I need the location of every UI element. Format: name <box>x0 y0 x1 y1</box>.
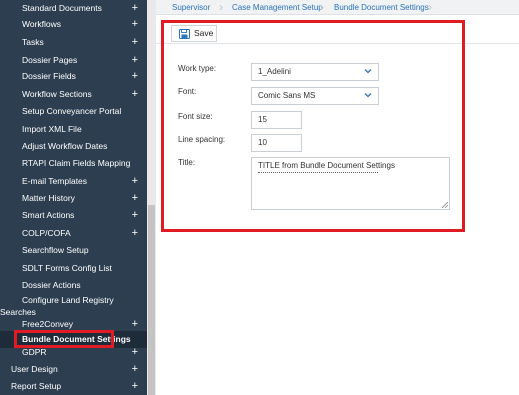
sidebar-item-workflow-sections[interactable]: Workflow Sections + <box>0 86 147 103</box>
font-size-label: Font size: <box>178 112 213 121</box>
sidebar-item-label: Dossier Pages <box>22 55 78 65</box>
expand-plus-icon[interactable]: + <box>132 173 138 190</box>
expand-plus-icon[interactable]: + <box>132 207 138 224</box>
sidebar-item-email-templates[interactable]: E-mail Templates + <box>0 173 147 190</box>
font-size-value: 15 <box>258 115 267 124</box>
sidebar-item-searchflow-setup[interactable]: Searchflow Setup <box>0 242 147 259</box>
sidebar-item-report-setup[interactable]: Report Setup + <box>0 378 147 395</box>
title-underline <box>258 172 378 173</box>
expand-plus-icon[interactable]: + <box>132 361 138 378</box>
line-spacing-label: Line spacing: <box>178 135 226 144</box>
expand-plus-icon[interactable]: + <box>132 378 138 395</box>
sidebar-item-label: Configure Land Registry <box>22 295 114 305</box>
breadcrumb-case-management-setup[interactable]: Case Management Setup <box>232 0 323 15</box>
sidebar-item-smart-actions[interactable]: Smart Actions + <box>0 207 147 224</box>
title-value: TITLE from Bundle Document Settings <box>258 161 395 170</box>
expand-plus-icon[interactable]: + <box>132 68 138 85</box>
expand-plus-icon[interactable]: + <box>132 86 138 103</box>
sidebar-item-tasks[interactable]: Tasks + <box>0 34 147 51</box>
sidebar-item-dossier-pages[interactable]: Dossier Pages + <box>0 52 147 69</box>
sidebar-item-label: Standard Documents <box>22 3 102 13</box>
sidebar-item-label: User Design <box>11 364 58 374</box>
title-textarea[interactable]: TITLE from Bundle Document Settings <box>251 157 450 210</box>
highlight-box-active-item <box>14 330 114 348</box>
expand-plus-icon[interactable]: + <box>132 16 138 33</box>
sidebar-item-label: RTAPI Claim Fields Mapping <box>22 158 131 168</box>
sidebar-nav: Standard Documents + Workflows + Tasks + Do… <box>0 0 147 395</box>
sidebar-item-label: SDLT Forms Config List <box>22 263 112 273</box>
sidebar-item-adjust-workflow-dates[interactable]: Adjust Workflow Dates <box>0 138 147 155</box>
font-select[interactable]: Comic Sans MS <box>251 87 379 105</box>
sidebar-item-label: Tasks <box>22 37 44 47</box>
breadcrumb-bundle-document-settings[interactable]: Bundle Document Settings <box>334 0 429 15</box>
line-spacing-input[interactable]: 10 <box>251 134 302 152</box>
sidebar-item-user-design[interactable]: User Design + <box>0 361 147 378</box>
sidebar-item-dossier-fields[interactable]: Dossier Fields + <box>0 68 147 85</box>
sidebar-item-label: Dossier Fields <box>22 71 76 81</box>
chevron-down-icon <box>364 93 372 98</box>
expand-plus-icon[interactable]: + <box>132 34 138 51</box>
work-type-select[interactable]: 1_Adelini <box>251 63 379 81</box>
sidebar-item-label: COLP/COFA <box>22 228 71 238</box>
chevron-down-icon <box>364 69 372 74</box>
sidebar-item-label: E-mail Templates <box>22 176 88 186</box>
sidebar-item-label: Setup Conveyancer Portal <box>22 106 122 116</box>
breadcrumb-separator: › <box>219 0 223 14</box>
sidebar-item-label: Matter History <box>22 193 75 203</box>
sidebar-item-import-xml-file[interactable]: Import XML File <box>0 121 147 138</box>
work-type-value: 1_Adelini <box>258 67 291 76</box>
sidebar-item-workflows[interactable]: Workflows + <box>0 16 147 33</box>
sidebar-item-colp-cofa[interactable]: COLP/COFA + <box>0 225 147 242</box>
breadcrumb-supervisor[interactable]: Supervisor <box>172 0 210 15</box>
sidebar-item-dossier-actions[interactable]: Dossier Actions <box>0 277 147 294</box>
expand-plus-icon[interactable]: + <box>132 344 138 361</box>
title-label: Title: <box>178 158 196 167</box>
work-type-label: Work type: <box>178 64 217 73</box>
font-size-input[interactable]: 15 <box>251 111 302 129</box>
font-label: Font: <box>178 87 197 96</box>
sidebar-item-label: Workflows <box>22 19 62 29</box>
sidebar-item-label: Dossier Actions <box>22 280 81 290</box>
sidebar-scrollbar-thumb[interactable] <box>148 205 155 395</box>
sidebar-item-label: Searchflow Setup <box>22 245 89 255</box>
sidebar-item-label: Report Setup <box>11 381 62 391</box>
sidebar-item-label: Import XML File <box>22 124 82 134</box>
sidebar-item-standard-documents[interactable]: Standard Documents + <box>0 0 147 17</box>
expand-plus-icon[interactable]: + <box>132 190 138 207</box>
breadcrumb-separator: › <box>428 0 432 14</box>
sidebar-item-rtapi-claim-fields-mapping[interactable]: RTAPI Claim Fields Mapping <box>0 155 147 172</box>
sidebar-item-label: Adjust Workflow Dates <box>22 141 108 151</box>
expand-plus-icon[interactable]: + <box>132 0 138 17</box>
sidebar-item-setup-conveyancer-portal[interactable]: Setup Conveyancer Portal <box>0 103 147 120</box>
font-value: Comic Sans MS <box>258 91 316 100</box>
sidebar-item-sdlt-forms-config-list[interactable]: SDLT Forms Config List <box>0 260 147 277</box>
sidebar-item-label: Smart Actions <box>22 210 75 220</box>
sidebar-item-matter-history[interactable]: Matter History + <box>0 190 147 207</box>
expand-plus-icon[interactable]: + <box>132 225 138 242</box>
breadcrumb: Supervisor › Case Management Setup › Bun… <box>156 0 519 15</box>
sidebar-item-label: Workflow Sections <box>22 89 92 99</box>
resize-handle-icon[interactable] <box>442 202 448 208</box>
breadcrumb-separator: › <box>320 0 324 14</box>
line-spacing-value: 10 <box>258 138 267 147</box>
expand-plus-icon[interactable]: + <box>132 52 138 69</box>
